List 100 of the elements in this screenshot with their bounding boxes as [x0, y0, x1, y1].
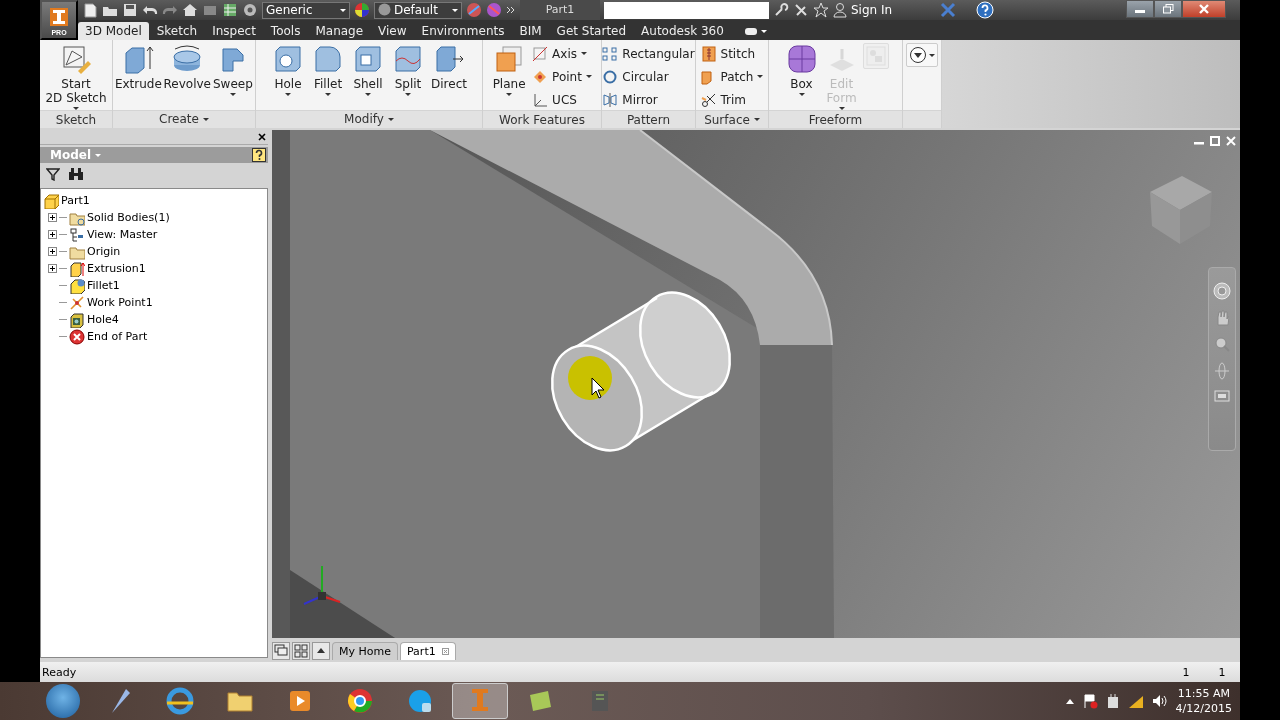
- globe-icon: [164, 685, 196, 717]
- expand-icon[interactable]: [48, 264, 57, 273]
- restore-button[interactable]: [1154, 0, 1182, 18]
- binoculars-icon[interactable]: [68, 167, 84, 181]
- ribbon-tool-button[interactable]: Hole: [269, 43, 308, 96]
- dropdown-button[interactable]: [906, 43, 938, 67]
- start-button[interactable]: [46, 684, 80, 718]
- window-button[interactable]: [272, 642, 290, 660]
- view-icon: [69, 226, 85, 243]
- ribbon-tab[interactable]: 3D Model: [78, 22, 149, 40]
- model-drawing[interactable]: [272, 130, 834, 638]
- wrench-icon[interactable]: [773, 2, 789, 18]
- window-button[interactable]: [312, 642, 330, 660]
- sphere-icon[interactable]: [466, 2, 482, 18]
- gear-icon[interactable]: [242, 2, 258, 18]
- ribbon-tool-button[interactable]: Extrude: [115, 43, 162, 91]
- ribbon-tool-button[interactable]: Sweep: [212, 43, 253, 96]
- appearance-value: Default: [394, 3, 438, 17]
- table-icon[interactable]: [222, 2, 238, 18]
- tree-item[interactable]: Hole4: [87, 313, 119, 326]
- ribbon-tab[interactable]: Inspect: [205, 22, 263, 40]
- material-dropdown[interactable]: Generic: [262, 1, 350, 19]
- cascade-icon: [274, 644, 288, 658]
- filter-icon[interactable]: [46, 167, 60, 181]
- color-wheel-icon[interactable]: [354, 2, 370, 18]
- star-icon[interactable]: [813, 2, 829, 18]
- ribbon-tool-button[interactable]: Point: [530, 66, 594, 87]
- ribbon-tool-button[interactable]: Revolve: [163, 43, 211, 91]
- ribbon-tool-button[interactable]: UCS: [530, 89, 594, 110]
- sphere-icon[interactable]: [486, 2, 502, 18]
- ribbon-tool-button[interactable]: Fillet: [309, 43, 348, 96]
- ribbon-tool-button[interactable]: Stitch: [698, 43, 766, 64]
- material-value: Generic: [266, 3, 313, 17]
- minimize-button[interactable]: [1126, 0, 1154, 18]
- ribbon-tool-button[interactable]: Patch: [698, 66, 766, 87]
- panel-label[interactable]: Surface: [704, 112, 750, 127]
- panel-label: Pattern: [626, 112, 671, 127]
- ribbon-tool-button[interactable]: Split: [389, 43, 428, 96]
- close-icon[interactable]: [258, 133, 266, 141]
- close-icon: [1199, 4, 1209, 14]
- tree-item[interactable]: Solid Bodies(1): [87, 211, 170, 224]
- caret-icon: [340, 8, 346, 12]
- stitch-icon: [700, 45, 717, 62]
- expand-icon[interactable]: [48, 247, 57, 256]
- tree-item[interactable]: End of Part: [87, 330, 148, 343]
- restore-icon[interactable]: [1210, 136, 1220, 146]
- ribbon-tab[interactable]: View: [371, 22, 414, 40]
- ribbon-tool-button[interactable]: Circular: [600, 66, 697, 87]
- close-button[interactable]: [1182, 0, 1226, 18]
- appearance-dropdown[interactable]: Default: [374, 1, 462, 19]
- ribbon-tab[interactable]: Tools: [263, 22, 308, 40]
- document-tab[interactable]: Part1: [400, 642, 456, 660]
- clock-time[interactable]: 11:55 AM: [1177, 686, 1230, 701]
- status-message: Ready: [42, 665, 78, 679]
- ribbon-tool-button[interactable]: Box: [782, 43, 821, 96]
- window-button[interactable]: [292, 642, 310, 660]
- ribbon-tool-button[interactable]: Axis: [530, 43, 594, 64]
- clock-date[interactable]: 4/12/2015: [1175, 701, 1232, 716]
- panel-label[interactable]: Modify: [344, 112, 384, 127]
- ucs-icon: [532, 91, 549, 108]
- tree-item[interactable]: Part1: [61, 194, 90, 207]
- tree-item[interactable]: Extrusion1: [87, 262, 146, 275]
- ribbon-tool-button[interactable]: Shell: [349, 43, 388, 96]
- ribbon-tool-button[interactable]: Mirror: [600, 89, 697, 110]
- ribbon-tab[interactable]: Sketch: [149, 22, 205, 40]
- tree-item[interactable]: Work Point1: [87, 296, 153, 309]
- extrusion-icon: [69, 260, 85, 277]
- ribbon-tool-button[interactable]: Trim: [698, 89, 766, 110]
- cloud-icon[interactable]: [743, 26, 758, 36]
- expand-icon[interactable]: [48, 230, 57, 239]
- volume-icon[interactable]: [1151, 693, 1168, 709]
- graphics-viewport[interactable]: [272, 130, 1240, 638]
- tree-item[interactable]: Fillet1: [87, 279, 120, 292]
- hole-icon: [69, 311, 85, 328]
- expand-icon[interactable]: [48, 213, 57, 222]
- ribbon-tool-button[interactable]: Rectangular: [600, 43, 697, 64]
- point-icon: [532, 68, 549, 85]
- home-icon[interactable]: [182, 2, 198, 18]
- document-tab[interactable]: My Home: [332, 642, 398, 660]
- sphere-icon: [378, 3, 391, 16]
- save-icon[interactable]: [122, 2, 138, 18]
- ribbon-tab[interactable]: Manage: [308, 22, 371, 40]
- tree-item[interactable]: Origin: [87, 245, 121, 258]
- panel-label[interactable]: Create: [159, 112, 199, 127]
- ribbon-tool-button[interactable]: Plane: [490, 43, 529, 96]
- ribbon-tab[interactable]: BIM: [512, 22, 549, 40]
- search-field[interactable]: [604, 1, 769, 19]
- ribbon-tool-button[interactable]: Direct: [429, 43, 469, 91]
- ribbon-tab[interactable]: Environments: [414, 22, 512, 40]
- x-logo-icon[interactable]: [940, 2, 957, 18]
- caret-icon: [452, 8, 458, 12]
- flag-icon[interactable]: [1081, 693, 1098, 709]
- power-icon[interactable]: [1105, 693, 1120, 709]
- help-icon[interactable]: [252, 148, 266, 162]
- up-arrow-icon[interactable]: [1065, 698, 1074, 704]
- tree-item[interactable]: View: Master: [87, 228, 158, 241]
- sign-in-link[interactable]: Sign In: [851, 3, 893, 17]
- new-file-icon[interactable]: [82, 2, 98, 18]
- ribbon-tab[interactable]: Get Started: [549, 22, 634, 40]
- ribbon-tab[interactable]: Autodesk 360: [634, 22, 731, 40]
